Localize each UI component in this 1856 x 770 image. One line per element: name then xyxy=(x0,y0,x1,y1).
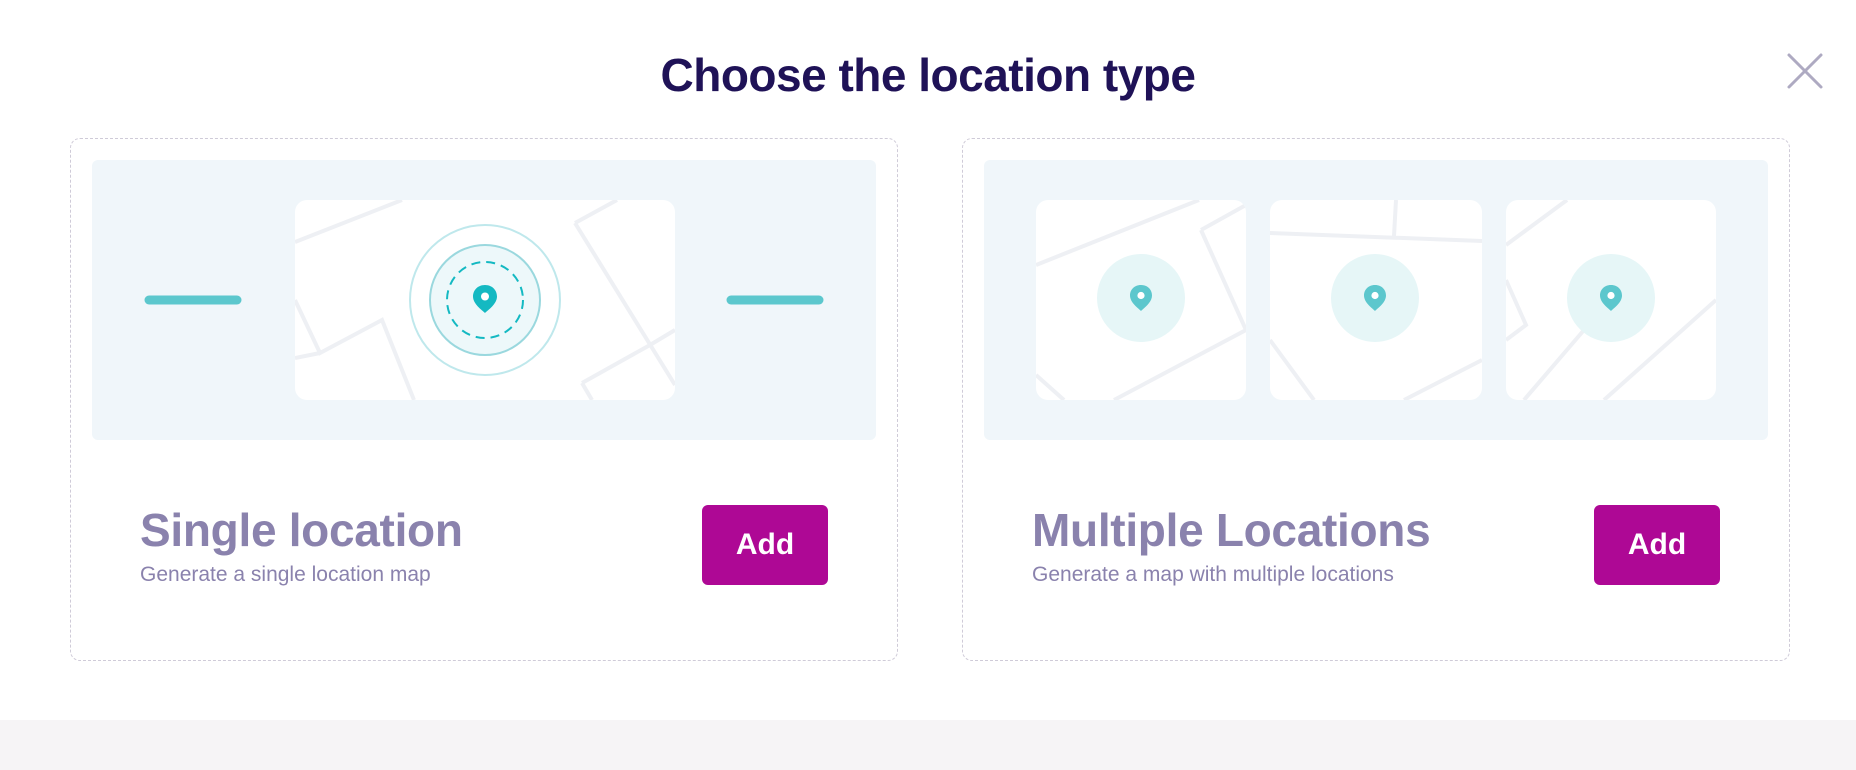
close-icon xyxy=(1787,53,1823,89)
single-location-map-illustration xyxy=(92,160,876,440)
card-title: Single location xyxy=(140,504,463,556)
add-multiple-locations-button[interactable]: Add xyxy=(1594,505,1720,585)
card-subtitle: Generate a map with multiple locations xyxy=(1032,563,1394,586)
multiple-locations-map-illustration xyxy=(984,160,1768,440)
location-type-dialog: Choose the location type Single location… xyxy=(0,0,1856,720)
card-title: Multiple Locations xyxy=(1032,504,1431,556)
page-background-strip xyxy=(0,720,1856,770)
close-button[interactable] xyxy=(1786,52,1824,90)
add-single-location-button[interactable]: Add xyxy=(702,505,828,585)
single-location-card[interactable]: Single location Generate a single locati… xyxy=(70,138,898,661)
multiple-locations-card[interactable]: Multiple Locations Generate a map with m… xyxy=(962,138,1790,661)
dialog-title: Choose the location type xyxy=(660,49,1196,101)
card-subtitle: Generate a single location map xyxy=(140,563,431,586)
